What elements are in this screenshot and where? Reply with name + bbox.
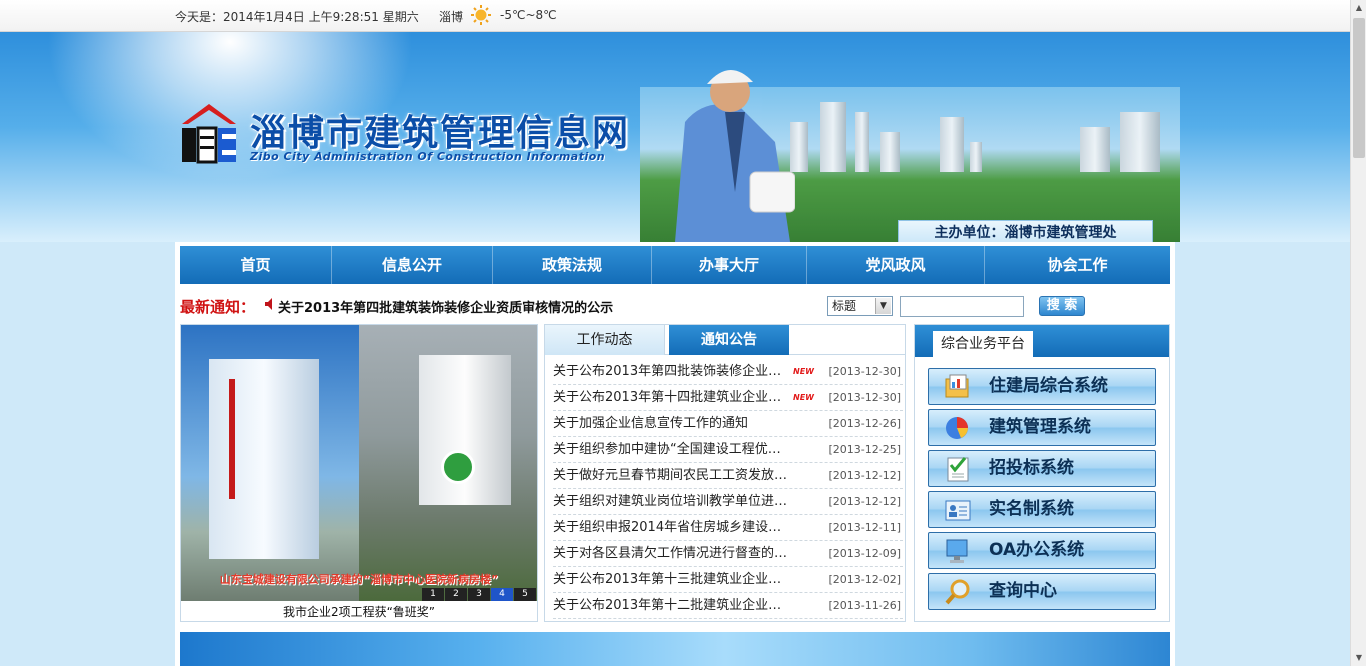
nav-info-disclosure[interactable]: 信息公开 — [332, 246, 493, 284]
platform-header: 综合业务平台 — [915, 325, 1169, 357]
news-title[interactable]: 关于公布2013年第十二批建筑业企业资质审核情况 — [553, 593, 793, 618]
main-content: 首页 信息公开 政策法规 办事大厅 党风政风 协会工作 最新通知： 关于2013… — [175, 242, 1175, 666]
sun-icon — [471, 5, 491, 25]
news-title[interactable]: 关于组织申报2014年省住房城乡建设科技计划项目 — [553, 515, 793, 540]
latest-notice-link[interactable]: 关于2013年第四批建筑装饰装修企业资质审核情况的公示 — [278, 297, 613, 316]
slideshow-image[interactable]: 山东宝城建设有限公司承建的“淄博市中心医院新病房楼” 1 2 3 4 5 — [181, 325, 537, 601]
new-badge: NEW — [793, 393, 814, 402]
checklist-icon — [947, 457, 969, 482]
news-date: [2013-12-30] — [828, 391, 901, 404]
news-tabs: 工作动态 通知公告 — [545, 325, 905, 355]
news-date: [2013-12-12] — [828, 495, 901, 508]
main-nav: 首页 信息公开 政策法规 办事大厅 党风政风 协会工作 — [180, 246, 1170, 284]
id-card-icon — [945, 500, 971, 521]
scrollbar-thumb[interactable] — [1353, 18, 1365, 158]
news-title[interactable]: 关于公布2013年第四批装饰装修企业资质审核情况的公示 — [553, 359, 793, 384]
news-date: [2013-12-11] — [828, 521, 901, 534]
list-item[interactable]: 关于公布2013年第十二批建筑业企业资质审核情况 [2013-11-26] — [553, 593, 903, 619]
current-date: 今天是：2014年1月4日 上午9:28:51 星期六 — [175, 10, 419, 24]
bidding-system-button[interactable]: 招投标系统 — [928, 450, 1156, 487]
monitor-icon — [946, 539, 968, 563]
news-date: [2013-12-12] — [828, 469, 901, 482]
news-date: [2013-12-30] — [828, 365, 901, 378]
tab-work-news[interactable]: 工作动态 — [545, 325, 665, 355]
engineer-figure-image — [675, 69, 795, 242]
tab-announcements[interactable]: 通知公告 — [669, 325, 789, 355]
speaker-icon — [265, 298, 272, 310]
system-label: 实名制系统 — [989, 499, 1074, 519]
slide-dot[interactable]: 1 — [422, 588, 444, 601]
news-title[interactable]: 关于组织对建筑业岗位培训教学单位进行检查的通知 — [553, 489, 793, 514]
news-date: [2013-12-25] — [828, 443, 901, 456]
weather-temperature: -5℃~8℃ — [500, 8, 557, 22]
new-badge: NEW — [793, 367, 814, 376]
scroll-up-icon[interactable]: ▲ — [1351, 0, 1366, 16]
system-label: 住建局综合系统 — [989, 376, 1108, 396]
search-button[interactable]: 搜 索 — [1039, 296, 1085, 316]
news-title[interactable]: 关于组织参加中建协“全国建设工程优秀项目管理成果” — [553, 437, 793, 462]
news-date: [2013-11-26] — [828, 599, 901, 612]
bottom-promo-banner[interactable] — [180, 632, 1170, 666]
system-label: 查询中心 — [989, 581, 1057, 601]
news-title[interactable]: 关于做好元旦春节期间农民工工资发放工作的通知 — [553, 463, 793, 488]
pie-chart-icon — [946, 417, 968, 439]
list-item[interactable]: 关于组织参加中建协“全国建设工程优秀项目管理成果” [2013-12-25] — [553, 437, 903, 463]
list-item[interactable]: 关于对各区县清欠工作情况进行督查的通知 [2013-12-09] — [553, 541, 903, 567]
system-label: 招投标系统 — [989, 458, 1074, 478]
query-center-button[interactable]: 查询中心 — [928, 573, 1156, 610]
news-title[interactable]: 关于对各区县清欠工作情况进行督查的通知 — [553, 541, 793, 566]
list-item[interactable]: 关于做好元旦春节期间农民工工资发放工作的通知 [2013-12-12] — [553, 463, 903, 489]
news-date: [2013-12-26] — [828, 417, 901, 430]
nav-party-conduct[interactable]: 党风政风 — [807, 246, 985, 284]
slide-dot-active[interactable]: 4 — [491, 588, 513, 601]
magnifier-icon — [945, 579, 970, 605]
list-item[interactable]: 关于组织对建筑业岗位培训教学单位进行检查的通知 [2013-12-12] — [553, 489, 903, 515]
latest-notice-label: 最新通知： — [180, 298, 256, 316]
page-scrollbar[interactable]: ▲ ▼ — [1350, 0, 1366, 666]
search-field-select[interactable]: 标题 ▼ — [827, 296, 893, 316]
slideshow-image-caption: 山东宝城建设有限公司承建的“淄博市中心医院新病房楼” — [219, 573, 499, 586]
nav-home[interactable]: 首页 — [180, 246, 332, 284]
site-title: 淄博市建筑管理信息网 — [250, 113, 631, 154]
weather-city: 淄博 — [439, 10, 464, 24]
list-item[interactable]: 关于公布2013年第四批装饰装修企业资质审核情况的公示 NEW [2013-12… — [553, 359, 903, 385]
site-subtitle: Zibo City Administration Of Construction… — [250, 150, 606, 163]
slide-dot[interactable]: 5 — [514, 588, 536, 601]
top-bar: 今天是：2014年1月4日 上午9:28:51 星期六 淄博 -5℃~8℃ — [0, 0, 1350, 32]
housing-bureau-system-button[interactable]: 住建局综合系统 — [928, 368, 1156, 405]
slideshow-pager: 1 2 3 4 5 — [421, 588, 536, 601]
folder-chart-icon — [945, 374, 969, 398]
news-date: [2013-12-02] — [828, 573, 901, 586]
system-label: 建筑管理系统 — [989, 417, 1091, 437]
header-banner: 淄博市建筑管理信息网 Zibo City Administration Of C… — [0, 32, 1350, 242]
nav-policies[interactable]: 政策法规 — [493, 246, 652, 284]
oa-office-system-button[interactable]: OA办公系统 — [928, 532, 1156, 569]
search-field-value: 标题 — [832, 299, 857, 313]
scroll-down-icon[interactable]: ▼ — [1351, 650, 1366, 666]
list-item[interactable]: 关于加强企业信息宣传工作的通知 [2013-12-26] — [553, 411, 903, 437]
real-name-system-button[interactable]: 实名制系统 — [928, 491, 1156, 528]
list-item[interactable]: 关于公布2013年第十四批建筑业企业资质审核情况的公示 NEW [2013-12… — [553, 385, 903, 411]
search-input[interactable] — [900, 296, 1024, 317]
news-title[interactable]: 关于公布2013年第十三批建筑业企业资质审核情况 — [553, 567, 793, 592]
chevron-down-icon[interactable]: ▼ — [875, 298, 891, 314]
business-platform-panel: 综合业务平台 住建局综合系统 建筑管理系统 招投标系统 实名制系统 OA办公系统… — [914, 324, 1170, 622]
news-list: 关于公布2013年第四批装饰装修企业资质审核情况的公示 NEW [2013-12… — [553, 359, 903, 619]
slide-dot[interactable]: 3 — [468, 588, 490, 601]
news-title[interactable]: 关于加强企业信息宣传工作的通知 — [553, 411, 793, 436]
news-date: [2013-12-09] — [828, 547, 901, 560]
nav-service-hall[interactable]: 办事大厅 — [652, 246, 807, 284]
news-title[interactable]: 关于公布2013年第十四批建筑业企业资质审核情况的公示 — [553, 385, 793, 410]
news-panel: 工作动态 通知公告 关于公布2013年第四批装饰装修企业资质审核情况的公示 NE… — [544, 324, 906, 622]
construction-management-system-button[interactable]: 建筑管理系统 — [928, 409, 1156, 446]
platform-title: 综合业务平台 — [933, 331, 1033, 357]
system-label: OA办公系统 — [989, 540, 1085, 560]
slide-dot[interactable]: 2 — [445, 588, 467, 601]
list-item[interactable]: 关于公布2013年第十三批建筑业企业资质审核情况 [2013-12-02] — [553, 567, 903, 593]
slideshow-caption-link[interactable]: 我市企业2项工程获“鲁班奖” — [181, 603, 537, 620]
nav-association[interactable]: 协会工作 — [985, 246, 1170, 284]
site-logo-icon — [182, 104, 236, 164]
featured-slideshow: 山东宝城建设有限公司承建的“淄博市中心医院新病房楼” 1 2 3 4 5 我市企… — [180, 324, 538, 622]
list-item[interactable]: 关于组织申报2014年省住房城乡建设科技计划项目 [2013-12-11] — [553, 515, 903, 541]
